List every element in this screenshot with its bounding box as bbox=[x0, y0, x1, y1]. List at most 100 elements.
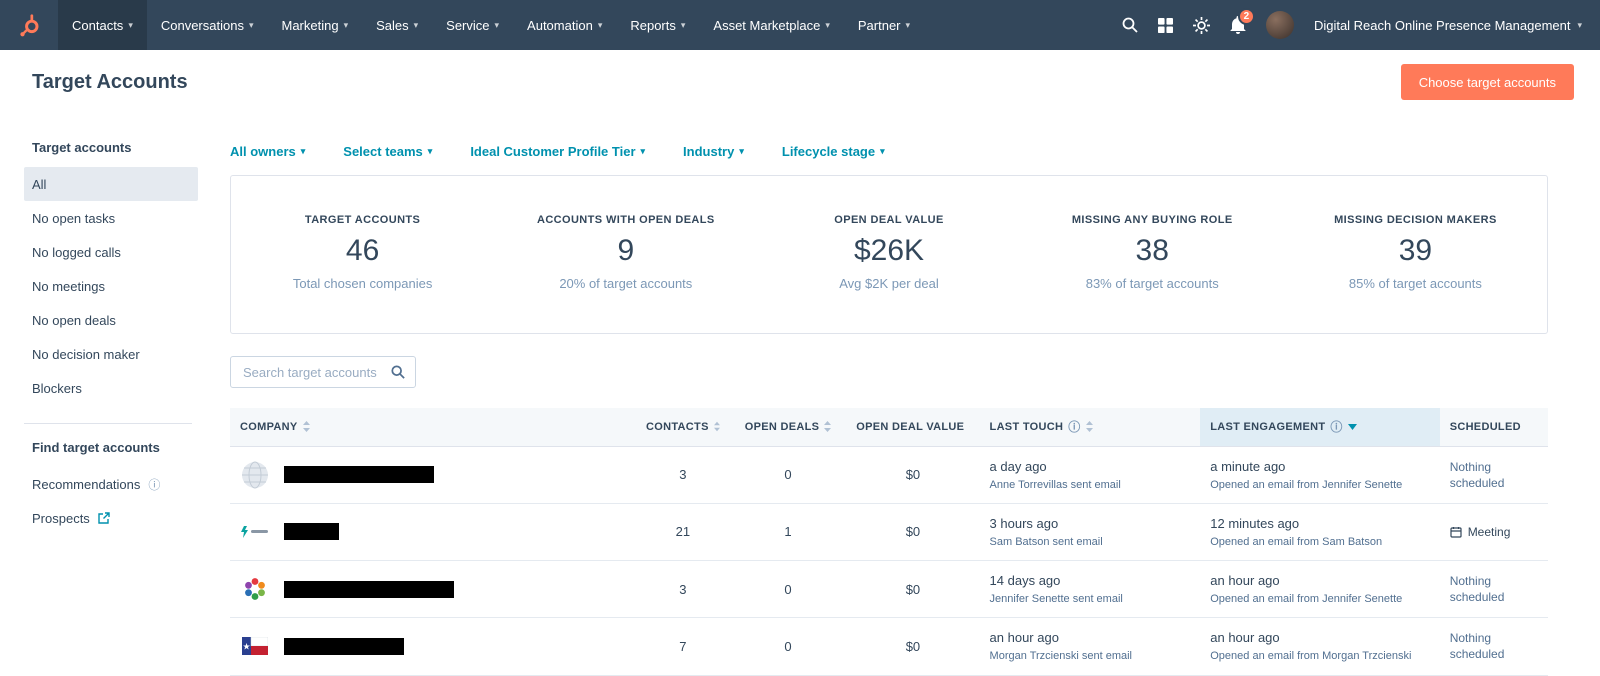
company-cell[interactable] bbox=[230, 446, 636, 503]
hubspot-sprocket-logo bbox=[16, 12, 42, 38]
avatar[interactable] bbox=[1266, 11, 1294, 39]
last-engagement-cell: a minute ago Opened an email from Jennif… bbox=[1200, 446, 1439, 503]
scheduled-cell: Nothing scheduled bbox=[1440, 560, 1548, 617]
stat-label: ACCOUNTS WITH OPEN DEALS bbox=[494, 214, 757, 226]
column-header-contacts[interactable]: CONTACTS bbox=[636, 408, 730, 446]
last-touch-cell: an hour ago Morgan Trzcienski sent email bbox=[980, 618, 1201, 675]
hubspot-sprocket-logo[interactable] bbox=[0, 0, 58, 50]
last-touch-time: an hour ago bbox=[990, 630, 1191, 645]
nav-conversations[interactable]: Conversations▾ bbox=[147, 0, 268, 50]
open-deal-value-cell: $0 bbox=[846, 618, 979, 675]
filter-industry[interactable]: Industry▾ bbox=[683, 144, 744, 159]
last-engagement-time: an hour ago bbox=[1210, 573, 1429, 588]
table-row[interactable]: 21 1 $0 3 hours ago Sam Batson sent emai… bbox=[230, 503, 1548, 560]
column-header-open-deals[interactable]: OPEN DEALS bbox=[730, 408, 847, 446]
chevron-down-icon: ▾ bbox=[249, 20, 254, 31]
sidebar-item-prospects[interactable]: Prospects bbox=[32, 501, 200, 535]
last-touch-time: a day ago bbox=[990, 459, 1191, 474]
column-label: LAST TOUCH bbox=[990, 421, 1064, 433]
company-cell[interactable] bbox=[230, 560, 636, 617]
search-icon[interactable] bbox=[391, 365, 405, 379]
filter-all-owners[interactable]: All owners▾ bbox=[230, 144, 305, 159]
company-cell[interactable]: ★ bbox=[230, 618, 636, 675]
sidebar-item-no-open-tasks[interactable]: No open tasks bbox=[24, 201, 198, 235]
nav-marketing[interactable]: Marketing▾ bbox=[267, 0, 362, 50]
search-input[interactable] bbox=[241, 364, 385, 381]
account-menu[interactable]: Digital Reach Online Presence Management… bbox=[1314, 18, 1582, 33]
last-touch-detail: Anne Torrevillas sent email bbox=[990, 479, 1191, 491]
sidebar-item-no-meetings[interactable]: No meetings bbox=[24, 269, 198, 303]
sidebar-item-no-logged-calls[interactable]: No logged calls bbox=[24, 235, 198, 269]
nav-contacts[interactable]: Contacts▾ bbox=[58, 0, 147, 50]
sidebar-item-no-open-deals[interactable]: No open deals bbox=[24, 303, 198, 337]
column-header-company[interactable]: COMPANY bbox=[230, 408, 636, 446]
sidebar-item-recommendations[interactable]: Recommendations ⓘ bbox=[32, 467, 200, 501]
sidebar-divider bbox=[24, 423, 192, 424]
search-icon[interactable] bbox=[1122, 17, 1138, 33]
nav-service[interactable]: Service▾ bbox=[432, 0, 513, 50]
info-icon[interactable]: ⓘ bbox=[1330, 418, 1342, 435]
nav-label: Reports bbox=[630, 18, 676, 33]
chevron-down-icon: ▾ bbox=[301, 146, 306, 157]
column-header-open-deal-value[interactable]: OPEN DEAL VALUE bbox=[846, 408, 979, 446]
sort-desc-icon[interactable] bbox=[1348, 424, 1357, 430]
sidebar: Target accounts All No open tasks No log… bbox=[0, 114, 200, 674]
marketplace-icon[interactable] bbox=[1158, 18, 1173, 33]
sidebar-item-no-decision-maker[interactable]: No decision maker bbox=[24, 337, 198, 371]
open-deals-cell: 1 bbox=[730, 503, 847, 560]
last-touch-cell: 14 days ago Jennifer Senette sent email bbox=[980, 560, 1201, 617]
sidebar-section-title: Target accounts bbox=[32, 140, 200, 155]
open-deal-value-cell: $0 bbox=[846, 503, 979, 560]
choose-target-accounts-button[interactable]: Choose target accounts bbox=[1401, 64, 1574, 100]
sort-icon[interactable] bbox=[1086, 421, 1093, 432]
nav-asset-marketplace[interactable]: Asset Marketplace▾ bbox=[699, 0, 843, 50]
nav-automation[interactable]: Automation▾ bbox=[513, 0, 616, 50]
notifications-bell-icon[interactable]: 2 bbox=[1230, 16, 1246, 34]
redacted-company-name bbox=[284, 523, 339, 540]
sidebar-item-all[interactable]: All bbox=[24, 167, 198, 201]
table-row[interactable]: 3 0 $0 14 days ago Jennifer Senette sent… bbox=[230, 560, 1548, 617]
chevron-down-icon: ▾ bbox=[428, 146, 433, 157]
info-icon[interactable]: ⓘ bbox=[148, 476, 160, 493]
company-logo bbox=[240, 460, 270, 490]
table-row[interactable]: 3 0 $0 a day ago Anne Torrevillas sent e… bbox=[230, 446, 1548, 503]
filter-select-teams[interactable]: Select teams ▾ bbox=[343, 144, 432, 159]
target-accounts-table: COMPANY CONTACTS OPEN DEALS OPEN DEAL VA… bbox=[230, 408, 1548, 676]
stat-missing-decision-makers: MISSING DECISION MAKERS 39 85% of target… bbox=[1284, 214, 1547, 291]
topnav-utilities: 2 Digital Reach Online Presence Manageme… bbox=[1122, 11, 1600, 39]
account-name: Digital Reach Online Presence Management bbox=[1314, 18, 1571, 33]
sort-icon[interactable] bbox=[714, 421, 720, 432]
last-engagement-cell: an hour ago Opened an email from Morgan … bbox=[1200, 618, 1439, 675]
column-header-last-touch[interactable]: LAST TOUCH ⓘ bbox=[980, 408, 1201, 446]
sort-icon[interactable] bbox=[824, 421, 831, 432]
nav-partner[interactable]: Partner▾ bbox=[844, 0, 924, 50]
filter-ideal-customer-profile-tier[interactable]: Ideal Customer Profile Tier▾ bbox=[470, 144, 645, 159]
sidebar-item-blockers[interactable]: Blockers bbox=[24, 371, 198, 405]
company-logo bbox=[240, 574, 270, 604]
scheduled-cell: Meeting bbox=[1440, 503, 1548, 560]
calendar-icon bbox=[1450, 526, 1462, 538]
search-box[interactable] bbox=[230, 356, 416, 388]
last-touch-time: 3 hours ago bbox=[990, 516, 1191, 531]
table-row[interactable]: ★ 7 0 $0 an hour ago Morgan Trzcienski s… bbox=[230, 618, 1548, 675]
chevron-down-icon: ▾ bbox=[906, 20, 911, 31]
filter-label: Select teams bbox=[343, 144, 423, 159]
last-engagement-cell: 12 minutes ago Opened an email from Sam … bbox=[1200, 503, 1439, 560]
stat-label: OPEN DEAL VALUE bbox=[757, 214, 1020, 226]
sidebar-section-title: Find target accounts bbox=[32, 440, 200, 455]
nav-sales[interactable]: Sales▾ bbox=[362, 0, 432, 50]
settings-gear-icon[interactable] bbox=[1193, 17, 1210, 34]
filter-lifecycle-stage[interactable]: Lifecycle stage▾ bbox=[782, 144, 885, 159]
notification-badge: 2 bbox=[1238, 8, 1255, 25]
info-icon[interactable]: ⓘ bbox=[1068, 418, 1080, 435]
last-engagement-time: a minute ago bbox=[1210, 459, 1429, 474]
company-cell[interactable] bbox=[230, 503, 636, 560]
sort-icon[interactable] bbox=[303, 421, 310, 432]
nav-reports[interactable]: Reports▾ bbox=[616, 0, 699, 50]
column-header-scheduled[interactable]: SCHEDULED bbox=[1440, 408, 1548, 446]
column-header-last-engagement[interactable]: LAST ENGAGEMENTⓘ bbox=[1200, 408, 1439, 446]
top-navigation: Contacts▾ Conversations▾ Marketing▾ Sale… bbox=[0, 0, 1600, 50]
nav-label: Automation bbox=[527, 18, 593, 33]
contacts-cell: 3 bbox=[636, 560, 730, 617]
chevron-down-icon: ▾ bbox=[128, 20, 133, 31]
